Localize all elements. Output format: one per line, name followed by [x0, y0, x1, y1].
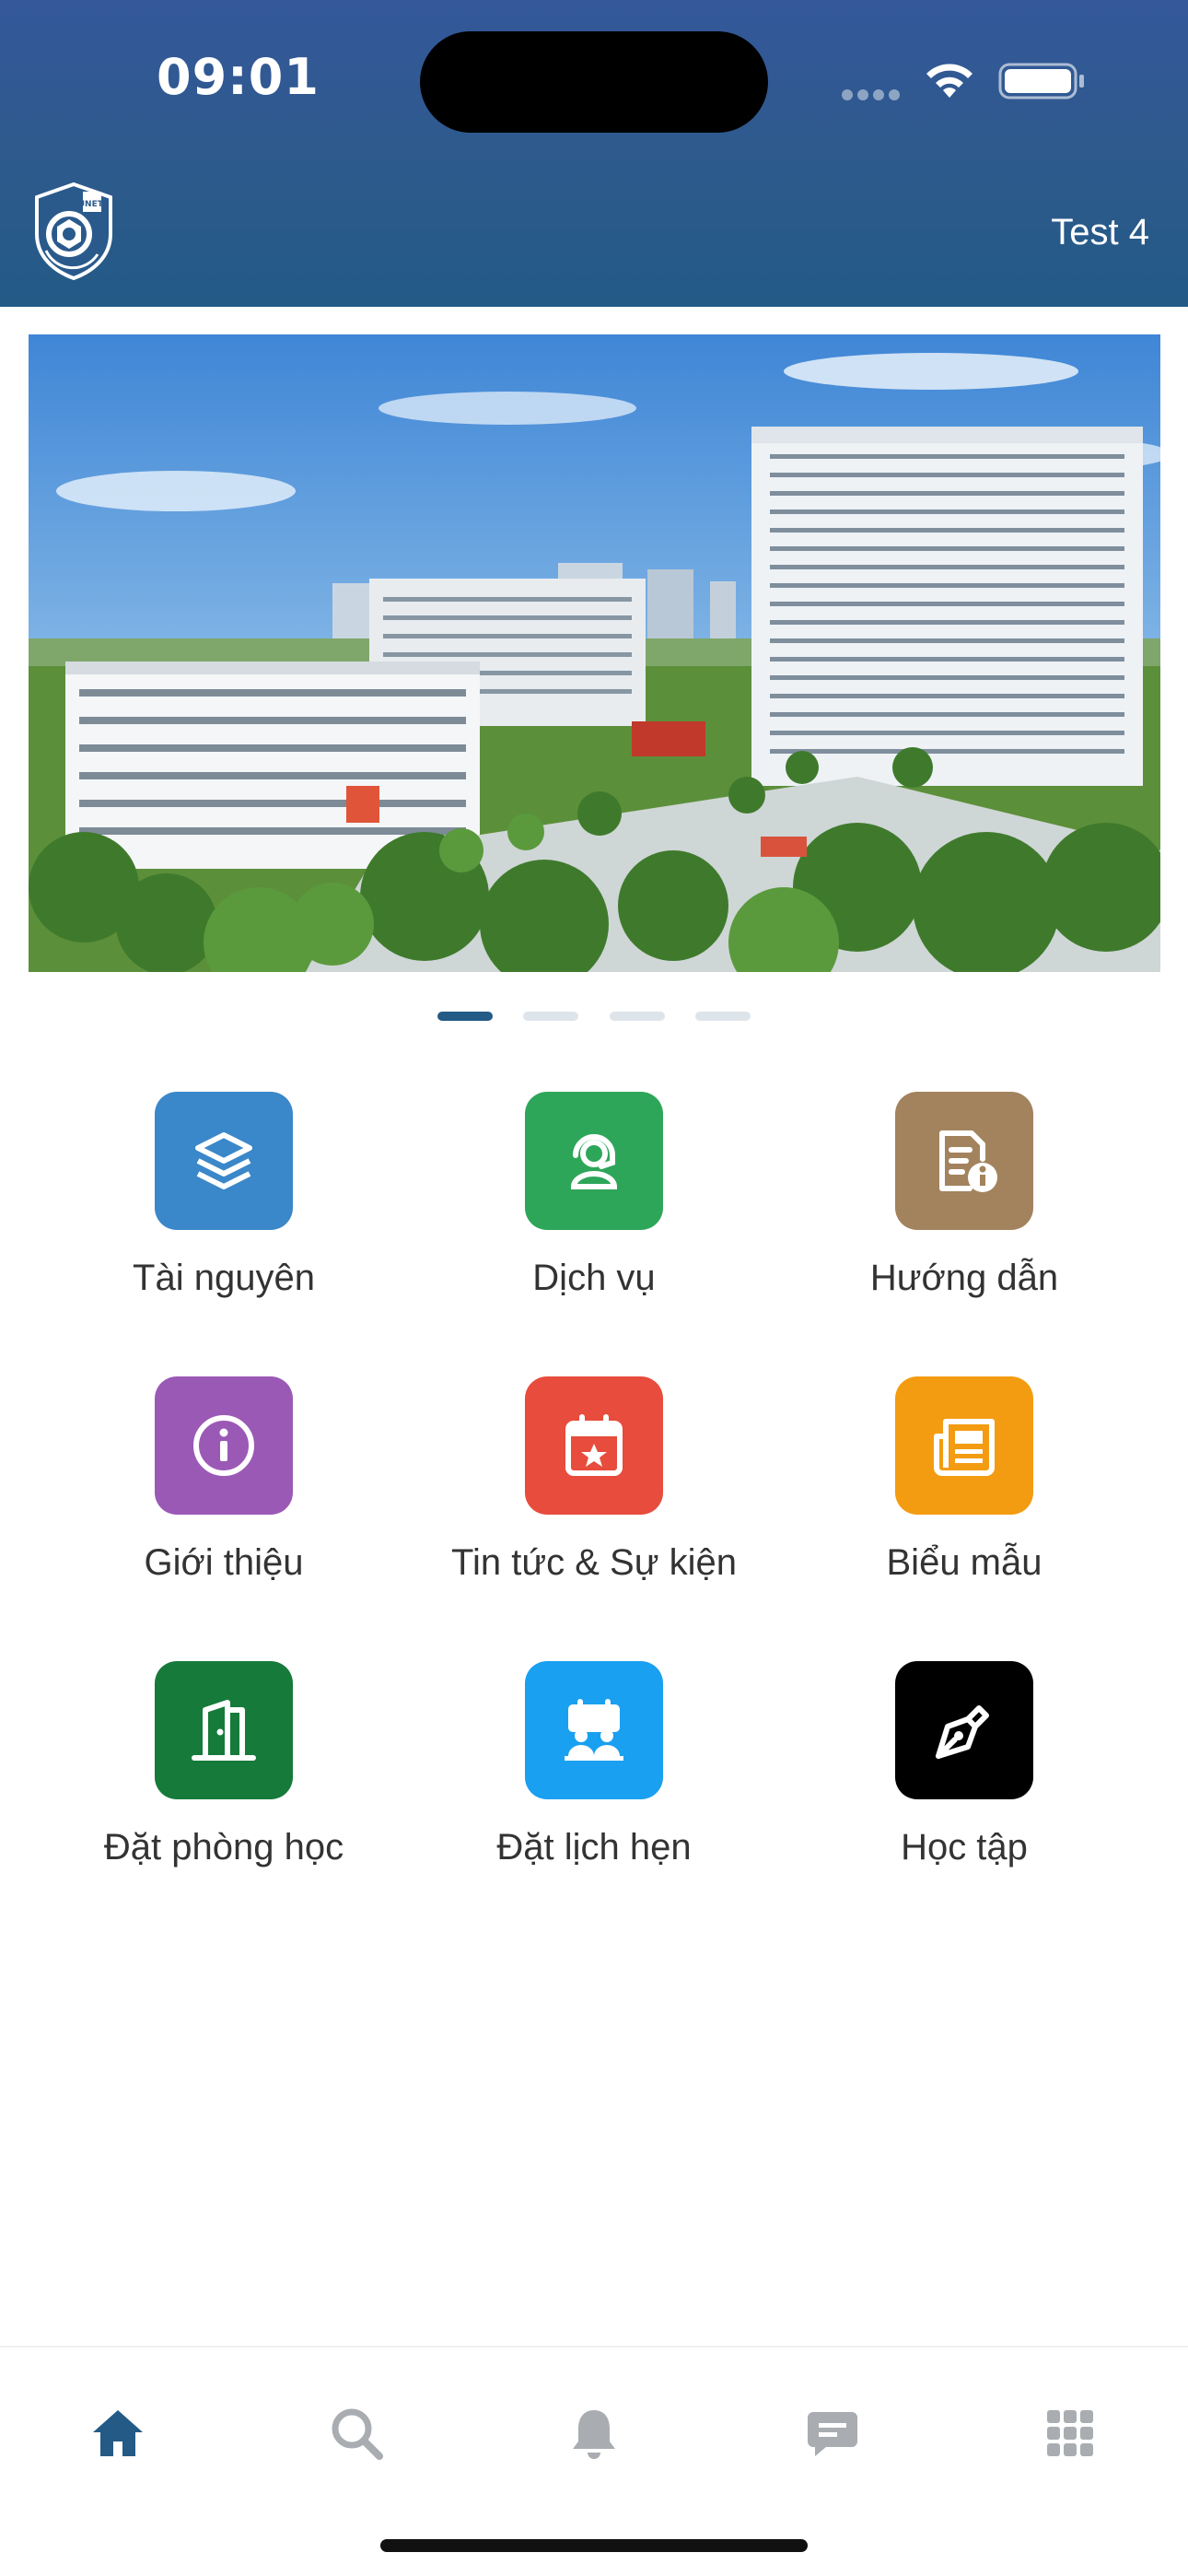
- search-icon: [332, 2408, 383, 2460]
- app-header: 09:01 UNETI Test 4: [0, 0, 1188, 307]
- cellular-signal-icon: [842, 87, 906, 100]
- menu-bieu-mau[interactable]: Biểu mẫu: [780, 1376, 1148, 1598]
- battery-icon: [998, 63, 1084, 100]
- pagination-dot[interactable]: [609, 1012, 665, 1021]
- door-icon: [155, 1661, 293, 1799]
- banner-pagination: [0, 1007, 1188, 1021]
- menu-dich-vu[interactable]: Dịch vụ: [410, 1092, 778, 1313]
- menu-tin-tuc-su-kien[interactable]: Tin tức & Sự kiện: [410, 1376, 778, 1598]
- nav-messages[interactable]: [800, 2401, 865, 2465]
- campus-banner-image[interactable]: [29, 334, 1160, 972]
- menu-label: Học tập: [901, 1827, 1028, 1868]
- menu-hoc-tap[interactable]: Học tập: [780, 1661, 1148, 1882]
- pagination-dot-active[interactable]: [437, 1012, 494, 1021]
- menu-label: Giới thiệu: [144, 1542, 304, 1583]
- pen-nib-icon: [895, 1661, 1033, 1799]
- nav-search[interactable]: [324, 2401, 389, 2465]
- meeting-icon: [525, 1661, 663, 1799]
- wifi-icon: [926, 64, 973, 98]
- menu-label: Đặt phòng học: [103, 1827, 344, 1868]
- pagination-dot[interactable]: [694, 1012, 751, 1021]
- menu-label: Dịch vụ: [532, 1258, 656, 1298]
- document-info-icon: [895, 1092, 1033, 1230]
- menu-label: Đặt lịch hẹn: [496, 1827, 692, 1868]
- menu-dat-phong-hoc[interactable]: Đặt phòng học: [40, 1661, 408, 1882]
- grid-icon: [1047, 2410, 1093, 2456]
- nav-notifications[interactable]: [562, 2401, 626, 2465]
- svg-text:UNETI: UNETI: [78, 200, 106, 209]
- bell-icon: [573, 2410, 615, 2459]
- menu-label: Tin tức & Sự kiện: [451, 1542, 737, 1583]
- university-logo: UNETI: [35, 181, 112, 281]
- app-screen: 09:01 UNETI Test 4 Tài nguyên Dịch vụ Hư…: [0, 0, 1188, 2576]
- info-circle-icon: [155, 1376, 293, 1515]
- menu-label: Biểu mẫu: [886, 1542, 1042, 1583]
- status-time: 09:01: [157, 48, 320, 106]
- layers-icon: [155, 1092, 293, 1230]
- pagination-dot[interactable]: [523, 1012, 579, 1021]
- user-name[interactable]: Test 4: [1051, 212, 1149, 253]
- home-indicator[interactable]: [380, 2539, 808, 2552]
- support-agent-icon: [525, 1092, 663, 1230]
- menu-label: Tài nguyên: [133, 1258, 315, 1298]
- menu-huong-dan[interactable]: Hướng dẫn: [780, 1092, 1148, 1313]
- newspaper-icon: [895, 1376, 1033, 1515]
- menu-label: Hướng dẫn: [869, 1258, 1059, 1298]
- home-icon: [93, 2410, 143, 2456]
- nav-apps[interactable]: [1038, 2401, 1102, 2465]
- dynamic-island: [420, 31, 768, 133]
- nav-home[interactable]: [86, 2401, 150, 2465]
- menu-dat-lich-hen[interactable]: Đặt lịch hẹn: [410, 1661, 778, 1882]
- menu-gioi-thieu[interactable]: Giới thiệu: [40, 1376, 408, 1598]
- menu-tai-nguyen[interactable]: Tài nguyên: [40, 1092, 408, 1313]
- chat-icon: [808, 2412, 857, 2456]
- calendar-star-icon: [525, 1376, 663, 1515]
